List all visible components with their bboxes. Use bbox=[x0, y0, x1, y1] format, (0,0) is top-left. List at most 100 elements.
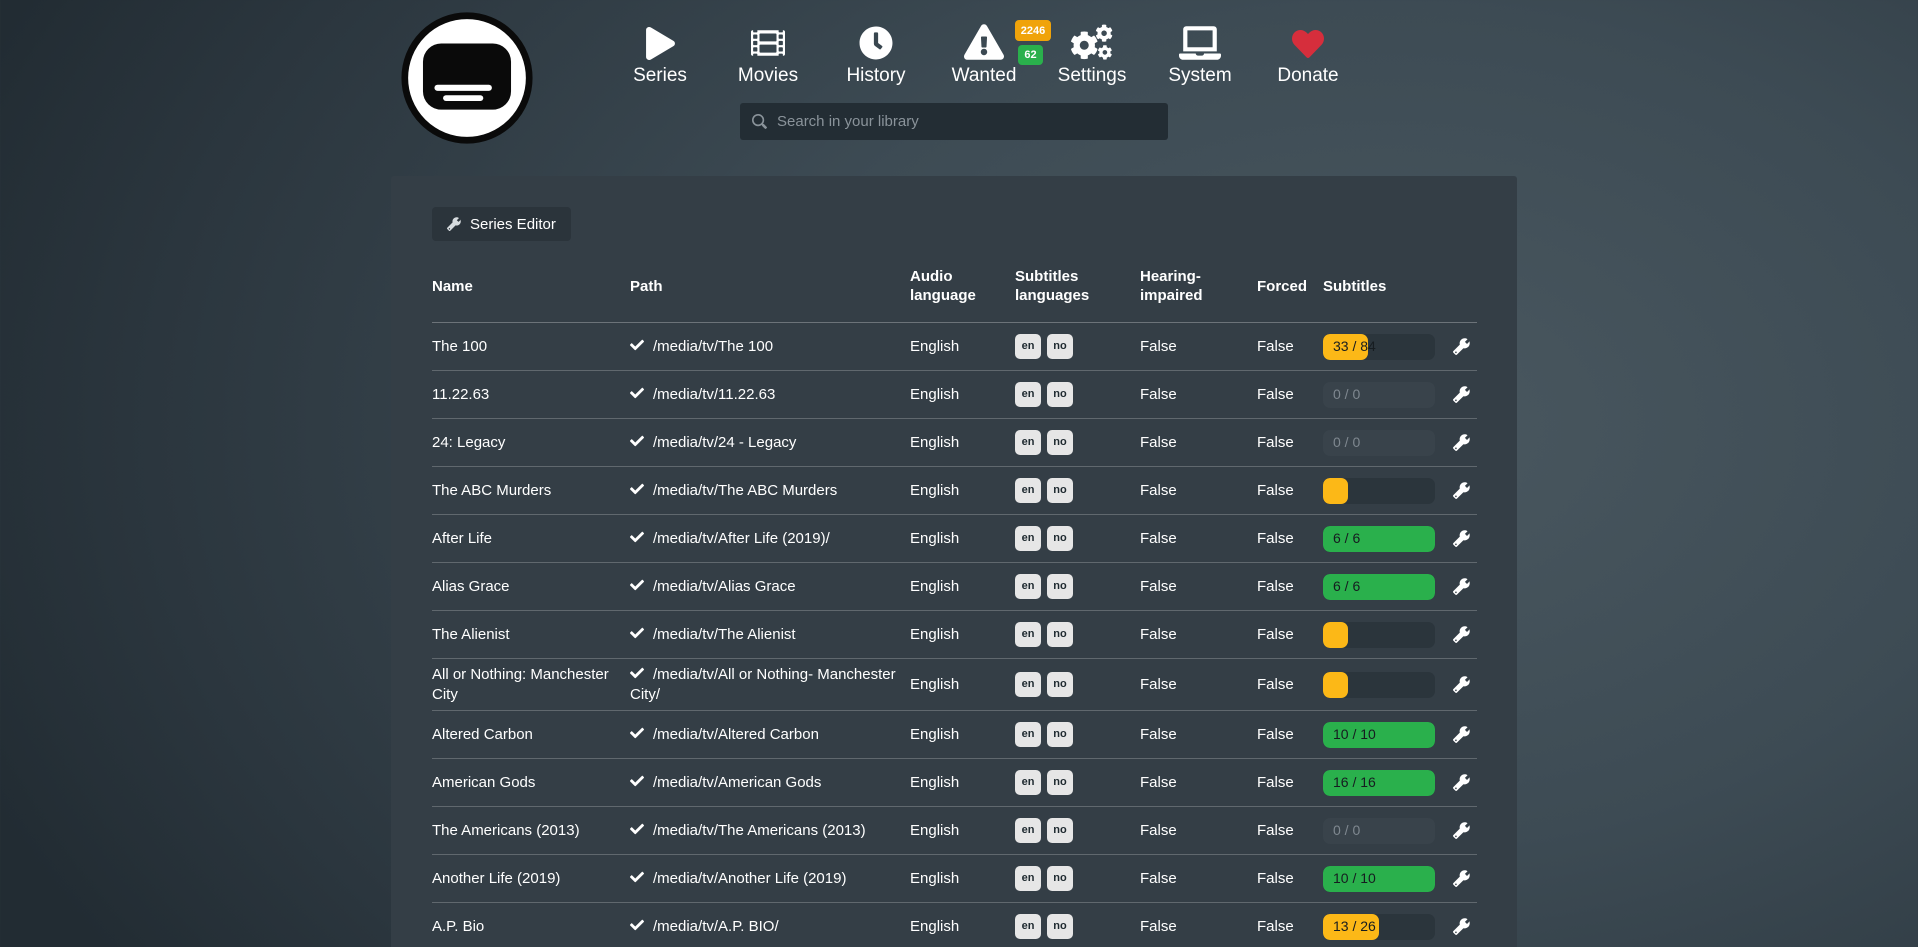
wrench-icon[interactable] bbox=[1453, 918, 1470, 935]
language-badge: en bbox=[1015, 526, 1041, 551]
series-name[interactable]: 11.22.63 bbox=[432, 385, 630, 405]
wrench-icon[interactable] bbox=[1453, 338, 1470, 355]
progress-fill bbox=[1323, 672, 1348, 698]
series-name[interactable]: Another Life (2019) bbox=[432, 869, 630, 889]
wrench-icon[interactable] bbox=[1453, 578, 1470, 595]
main-nav: Series Movies History Wanted 2246 62 Set… bbox=[606, 14, 1362, 87]
row-actions bbox=[1445, 434, 1477, 451]
series-name[interactable]: The 100 bbox=[432, 337, 630, 357]
library-search bbox=[740, 103, 1168, 140]
wrench-icon[interactable] bbox=[1453, 870, 1470, 887]
language-badge: en bbox=[1015, 478, 1041, 503]
progress-label: 6 / 6 bbox=[1333, 574, 1360, 600]
forced-value: False bbox=[1257, 433, 1323, 453]
wanted-movies-badge: 62 bbox=[1018, 45, 1043, 65]
hearing-impaired-value: False bbox=[1140, 529, 1257, 549]
subtitles-progress: 33 / 84 bbox=[1323, 334, 1445, 360]
series-name[interactable]: The Americans (2013) bbox=[432, 821, 630, 841]
wrench-icon[interactable] bbox=[1453, 774, 1470, 791]
series-editor-button[interactable]: Series Editor bbox=[432, 207, 571, 241]
progress-bar: 6 / 6 bbox=[1323, 574, 1435, 600]
subtitles-progress bbox=[1323, 622, 1445, 648]
wrench-icon[interactable] bbox=[1453, 482, 1470, 499]
progress-bar: 0 / 0 bbox=[1323, 430, 1435, 456]
series-name[interactable]: Alias Grace bbox=[432, 577, 630, 597]
language-badge: no bbox=[1047, 914, 1073, 939]
audio-language-value: English bbox=[910, 869, 1015, 889]
wrench-icon[interactable] bbox=[1453, 726, 1470, 743]
hearing-impaired-value: False bbox=[1140, 821, 1257, 841]
progress-label: 0 / 0 bbox=[1333, 382, 1360, 408]
check-icon bbox=[630, 386, 644, 400]
row-actions bbox=[1445, 482, 1477, 499]
audio-language-value: English bbox=[910, 529, 1015, 549]
header-hearing-impaired: Hearing-impaired bbox=[1140, 268, 1257, 306]
nav-wanted[interactable]: Wanted 2246 62 bbox=[930, 14, 1038, 87]
nav-label: System bbox=[1168, 65, 1231, 87]
series-name[interactable]: After Life bbox=[432, 529, 630, 549]
nav-series[interactable]: Series bbox=[606, 14, 714, 87]
forced-value: False bbox=[1257, 529, 1323, 549]
row-actions bbox=[1445, 676, 1477, 693]
check-icon bbox=[630, 530, 644, 544]
wrench-icon[interactable] bbox=[1453, 434, 1470, 451]
table-row: A.P. Bio /media/tv/A.P. BIO/ English en … bbox=[432, 903, 1477, 947]
wrench-icon[interactable] bbox=[1453, 626, 1470, 643]
gears-icon bbox=[1070, 14, 1114, 60]
progress-bar: 16 / 16 bbox=[1323, 770, 1435, 796]
search-icon bbox=[752, 114, 767, 129]
series-path: /media/tv/American Gods bbox=[630, 773, 910, 793]
table-row: The 100 /media/tv/The 100 English en no … bbox=[432, 323, 1477, 371]
content-panel: Series Editor Name Path Audio language S… bbox=[391, 176, 1517, 947]
series-name[interactable]: American Gods bbox=[432, 773, 630, 793]
wanted-series-badge: 2246 bbox=[1015, 20, 1051, 41]
row-actions bbox=[1445, 774, 1477, 791]
series-name[interactable]: 24: Legacy bbox=[432, 433, 630, 453]
series-name[interactable]: The Alienist bbox=[432, 625, 630, 645]
row-actions bbox=[1445, 918, 1477, 935]
nav-label: History bbox=[846, 65, 905, 87]
progress-bar bbox=[1323, 478, 1435, 504]
nav-donate[interactable]: Donate bbox=[1254, 14, 1362, 87]
hearing-impaired-value: False bbox=[1140, 675, 1257, 695]
forced-value: False bbox=[1257, 773, 1323, 793]
audio-language-value: English bbox=[910, 773, 1015, 793]
subtitles-progress: 6 / 6 bbox=[1323, 526, 1445, 552]
wrench-icon[interactable] bbox=[1453, 530, 1470, 547]
wrench-icon[interactable] bbox=[1453, 822, 1470, 839]
progress-label: 10 / 10 bbox=[1333, 722, 1376, 748]
warning-icon bbox=[964, 14, 1004, 60]
series-path: /media/tv/The ABC Murders bbox=[630, 481, 910, 501]
language-badge: en bbox=[1015, 722, 1041, 747]
wrench-icon[interactable] bbox=[1453, 386, 1470, 403]
forced-value: False bbox=[1257, 917, 1323, 937]
series-name[interactable]: All or Nothing: Manchester City bbox=[432, 665, 630, 704]
nav-system[interactable]: System bbox=[1146, 14, 1254, 87]
subtitles-languages-value: en no bbox=[1015, 526, 1140, 551]
series-name[interactable]: The ABC Murders bbox=[432, 481, 630, 501]
forced-value: False bbox=[1257, 577, 1323, 597]
check-icon bbox=[630, 626, 644, 640]
nav-history[interactable]: History bbox=[822, 14, 930, 87]
wrench-icon bbox=[447, 217, 461, 231]
language-badge: en bbox=[1015, 574, 1041, 599]
subtitles-languages-value: en no bbox=[1015, 866, 1140, 891]
language-badge: no bbox=[1047, 818, 1073, 843]
nav-settings[interactable]: Settings bbox=[1038, 14, 1146, 87]
series-name[interactable]: A.P. Bio bbox=[432, 917, 630, 937]
table-row: The Alienist /media/tv/The Alienist Engl… bbox=[432, 611, 1477, 659]
nav-label: Settings bbox=[1058, 65, 1127, 87]
nav-movies[interactable]: Movies bbox=[714, 14, 822, 87]
header-subtitles-languages: Subtitles languages bbox=[1015, 268, 1140, 306]
language-badge: no bbox=[1047, 770, 1073, 795]
table-row: Alias Grace /media/tv/Alias Grace Englis… bbox=[432, 563, 1477, 611]
series-name[interactable]: Altered Carbon bbox=[432, 725, 630, 745]
language-badge: en bbox=[1015, 622, 1041, 647]
search-input[interactable] bbox=[777, 113, 1156, 130]
hearing-impaired-value: False bbox=[1140, 869, 1257, 889]
bazarr-logo[interactable] bbox=[400, 11, 534, 145]
series-path: /media/tv/All or Nothing- Manchester Cit… bbox=[630, 665, 910, 704]
language-badge: no bbox=[1047, 574, 1073, 599]
wrench-icon[interactable] bbox=[1453, 676, 1470, 693]
table-row: After Life /media/tv/After Life (2019)/ … bbox=[432, 515, 1477, 563]
